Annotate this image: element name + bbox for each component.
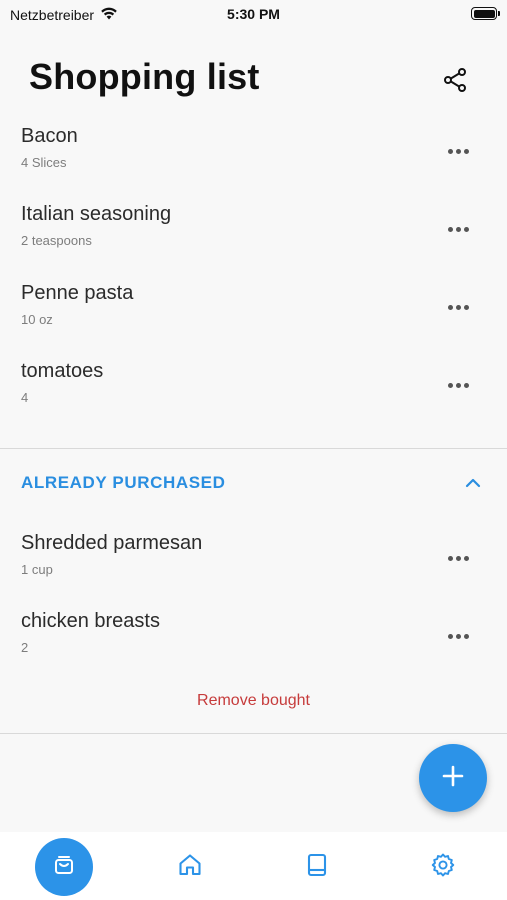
item-name: Italian seasoning (21, 203, 172, 225)
list-item[interactable]: Italian seasoning 2 teaspoons (0, 203, 507, 281)
list-item[interactable]: tomatoes 4 (0, 360, 507, 438)
more-options-button[interactable] (440, 295, 476, 319)
purchased-item[interactable]: chicken breasts 2 (0, 610, 507, 688)
list-item[interactable]: Bacon 4 Slices (0, 125, 507, 203)
more-options-button[interactable] (440, 217, 476, 241)
home-icon (177, 852, 203, 883)
chevron-up-icon (465, 475, 481, 493)
share-icon (442, 67, 468, 98)
item-quantity: 4 (21, 390, 29, 405)
divider (0, 448, 507, 449)
section-header-purchased[interactable]: ALREADY PURCHASED (21, 473, 225, 493)
status-time: 5:30 PM (227, 6, 280, 22)
book-icon (305, 852, 329, 883)
nav-recipes[interactable] (288, 838, 346, 896)
more-options-button[interactable] (440, 546, 476, 570)
plus-icon (442, 765, 464, 792)
nav-home[interactable] (161, 838, 219, 896)
more-options-button[interactable] (440, 373, 476, 397)
item-name: chicken breasts (21, 610, 160, 632)
item-quantity: 10 oz (21, 312, 53, 327)
collapse-button[interactable] (458, 470, 488, 498)
item-quantity: 1 cup (21, 562, 53, 577)
page-title: Shopping list (29, 56, 260, 97)
bottom-nav (0, 832, 507, 900)
nav-settings[interactable] (414, 838, 472, 896)
status-bar: Netzbetreiber 5:30 PM (0, 0, 507, 30)
gear-icon (430, 852, 456, 883)
share-button[interactable] (438, 65, 472, 99)
divider (0, 733, 507, 734)
shopping-bag-icon (52, 853, 76, 882)
item-name: Penne pasta (21, 282, 134, 304)
nav-shopping-list[interactable] (35, 838, 93, 896)
item-quantity: 2 teaspoons (21, 233, 92, 248)
item-name: tomatoes (21, 360, 104, 382)
item-quantity: 4 Slices (21, 155, 67, 170)
item-name: Shredded parmesan (21, 532, 203, 554)
battery-icon (471, 7, 500, 20)
more-options-button[interactable] (440, 139, 476, 163)
more-options-button[interactable] (440, 624, 476, 648)
item-name: Bacon (21, 125, 78, 147)
add-item-button[interactable] (419, 744, 487, 812)
item-quantity: 2 (21, 640, 29, 655)
list-item[interactable]: Penne pasta 10 oz (0, 282, 507, 360)
remove-bought-button[interactable]: Remove bought (0, 692, 507, 710)
purchased-item[interactable]: Shredded parmesan 1 cup (0, 532, 507, 610)
